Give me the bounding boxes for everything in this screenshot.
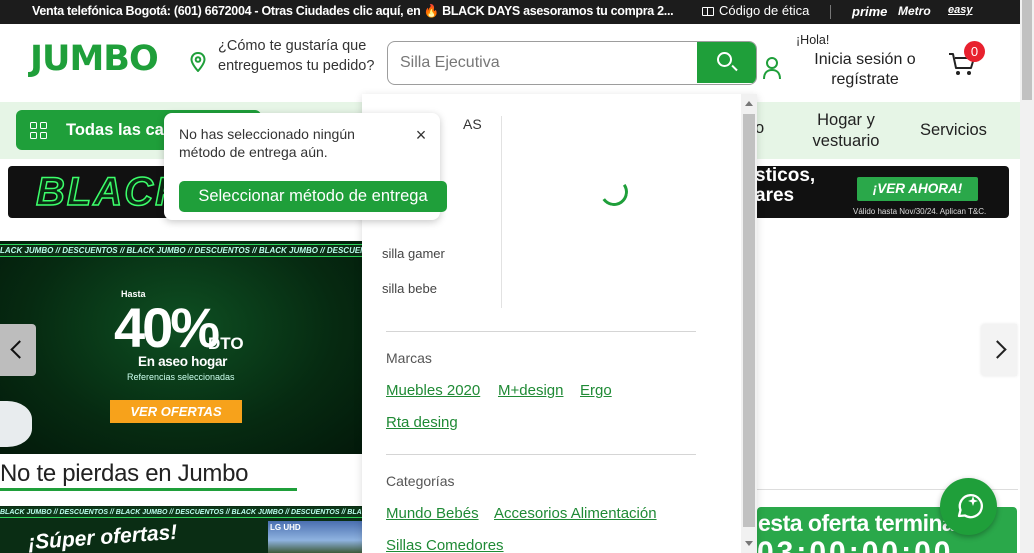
search-input[interactable]: [388, 42, 698, 83]
loading-spinner-icon: [597, 175, 631, 209]
search-icon: [717, 52, 732, 67]
brand-link[interactable]: Rta desing: [386, 414, 458, 431]
product-image: [0, 401, 32, 447]
brands-header: Marcas: [386, 350, 432, 366]
chat-sparkle-icon: [957, 494, 983, 519]
close-icon[interactable]: ×: [414, 126, 428, 144]
suggestions-header: AS: [463, 116, 482, 132]
countdown-timer: 03:00:00:00: [757, 536, 954, 553]
search-button[interactable]: [697, 42, 756, 83]
carousel-next-button[interactable]: [981, 324, 1017, 376]
carousel-prev-button[interactable]: [0, 324, 36, 376]
nav-item-hogar[interactable]: Hogar y vestuario: [806, 110, 886, 152]
brand-link[interactable]: Ergo: [580, 382, 612, 399]
hero-dto: DTO: [208, 334, 244, 353]
top-promo-bar: Venta telefónica Bogotá: (601) 6672004 -…: [0, 0, 1020, 24]
user-icon[interactable]: [762, 56, 782, 80]
flame-icon: 🔥: [423, 4, 440, 18]
brand-link[interactable]: M+design: [498, 382, 563, 399]
suggestion-item[interactable]: silla gamer: [382, 246, 445, 261]
phone-sales-promo[interactable]: Venta telefónica Bogotá: (601) 6672004 -…: [32, 4, 674, 19]
greeting: ¡Hola!: [796, 33, 830, 47]
topbar-divider: [830, 5, 831, 19]
see-offers-button[interactable]: VER OFERTAS: [110, 400, 242, 423]
login-link[interactable]: Inicia sesión o regístrate: [810, 50, 920, 90]
dropdown-divider: [386, 454, 696, 455]
brand-link-easy[interactable]: easy: [948, 4, 972, 16]
category-link[interactable]: Sillas Comedores: [386, 537, 504, 553]
dropdown-scrollbar[interactable]: [741, 94, 757, 553]
delivery-method-prompt[interactable]: ¿Cómo te gustaría que entreguemos tu ped…: [218, 36, 378, 76]
cart-count-badge: 0: [964, 41, 985, 62]
dropdown-scrollbar-thumb[interactable]: [743, 114, 755, 527]
page-scrollbar[interactable]: [1020, 0, 1034, 553]
grid-icon: [30, 122, 47, 139]
chat-button[interactable]: [940, 478, 997, 535]
banner-text: sticos, ares: [755, 166, 815, 206]
suggestion-item[interactable]: silla bebe: [382, 281, 437, 296]
ethics-code-link[interactable]: Código de ética: [702, 3, 809, 18]
hero-category: En aseo hogar: [138, 354, 228, 369]
section-underline: [0, 488, 297, 491]
promo-text: Venta telefónica Bogotá: (601) 6672004 -…: [32, 4, 421, 18]
dropdown-divider: [386, 331, 696, 332]
validity-note: Válido hasta Nov/30/24. Aplican T&C.: [853, 207, 987, 216]
tv-label: LG UHD: [270, 523, 301, 532]
site-header: JUMBO ¿Cómo te gustaría que entreguemos …: [0, 24, 1020, 102]
hero-marquee-strip: LACK JUMBO // DESCUENTOS // BLACK JUMBO …: [0, 244, 362, 257]
hero-refs: Referencias seleccionadas: [127, 372, 235, 382]
categories-header: Categorías: [386, 473, 455, 489]
scroll-down-arrow-icon[interactable]: [745, 541, 753, 546]
promo-marquee-strip: BLACK JUMBO // DESCUENTOS // BLACK JUMBO…: [0, 507, 362, 518]
book-icon: [702, 7, 714, 17]
delivery-method-popup: No has seleccionado ningún método de ent…: [164, 113, 447, 220]
promo-text-2: BLACK DAYS asesoramos tu compra 2...: [442, 4, 674, 18]
scroll-up-arrow-icon[interactable]: [745, 101, 753, 106]
jumbo-logo[interactable]: JUMBO: [30, 39, 159, 79]
page-scrollbar-thumb[interactable]: [1022, 0, 1032, 100]
ethics-label: Código de ética: [719, 3, 810, 18]
banner-text-line1: sticos,: [755, 166, 816, 186]
dropdown-vertical-divider: [501, 116, 502, 308]
brand-link[interactable]: Muebles 2020: [386, 382, 480, 399]
brand-link-prime[interactable]: prime: [852, 4, 887, 19]
hero-percent: 40%: [114, 296, 220, 359]
category-link[interactable]: Accesorios Alimentación: [494, 505, 657, 522]
hero-banner[interactable]: LACK JUMBO // DESCUENTOS // BLACK JUMBO …: [0, 241, 362, 454]
brand-link-metro[interactable]: Metro: [898, 4, 931, 18]
search-bar: [387, 41, 757, 85]
super-offers-headline: ¡Súper ofertas!: [27, 520, 178, 553]
super-offers-banner[interactable]: BLACK JUMBO // DESCUENTOS // BLACK JUMBO…: [0, 506, 362, 553]
delivery-popup-message: No has seleccionado ningún método de ent…: [179, 126, 355, 160]
banner-text-line2: ares: [755, 185, 795, 206]
select-delivery-method-button[interactable]: Seleccionar método de entrega: [179, 181, 447, 212]
section-title: No te pierdas en Jumbo: [0, 460, 249, 487]
nav-item-servicios[interactable]: Servicios: [920, 121, 987, 140]
location-pin-icon[interactable]: [190, 52, 206, 72]
countdown-title: esta oferta termina: [758, 510, 955, 536]
category-link[interactable]: Mundo Bebés: [386, 505, 479, 522]
view-now-button[interactable]: ¡VER AHORA!: [857, 177, 978, 201]
